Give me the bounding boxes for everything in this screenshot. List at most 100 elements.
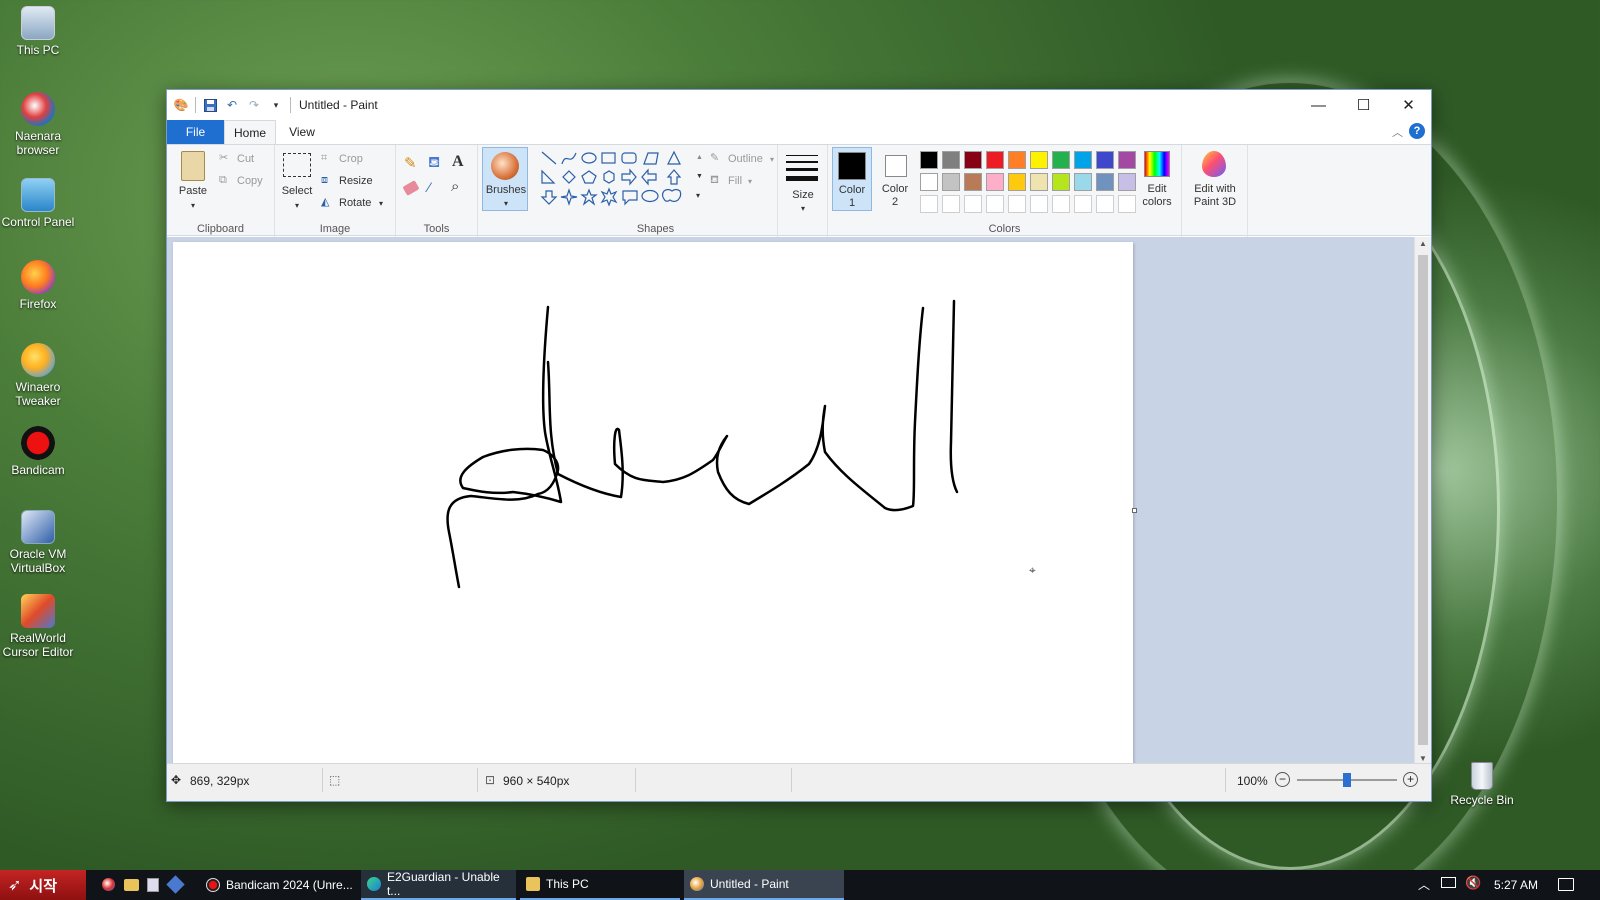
taskbar-item-paint[interactable]: Untitled - Paint bbox=[684, 870, 844, 900]
desktop-icon-cursor-editor[interactable]: RealWorld Cursor Editor bbox=[0, 594, 76, 659]
palette-swatch[interactable] bbox=[1008, 173, 1026, 191]
palette-swatch[interactable] bbox=[1074, 173, 1092, 191]
tab-view[interactable]: View bbox=[279, 120, 325, 144]
drawing-canvas[interactable] bbox=[173, 242, 1137, 765]
palette-swatch[interactable] bbox=[942, 151, 960, 169]
palette-swatch[interactable] bbox=[942, 173, 960, 191]
palette-swatch[interactable] bbox=[964, 173, 982, 191]
palette-swatch[interactable] bbox=[1074, 151, 1092, 169]
desktop-icon-virtualbox[interactable]: Oracle VM VirtualBox bbox=[0, 510, 76, 575]
palette-swatch[interactable] bbox=[1096, 151, 1114, 169]
size-button[interactable]: Size ▾ bbox=[782, 149, 824, 213]
palette-swatch[interactable] bbox=[920, 195, 938, 213]
palette-swatch[interactable] bbox=[1118, 195, 1136, 213]
color-picker-icon[interactable]: ⁄ bbox=[428, 180, 430, 194]
palette-swatch[interactable] bbox=[1052, 151, 1070, 169]
notepad-quicklaunch-icon[interactable] bbox=[147, 878, 159, 892]
outline-button[interactable]: ✎ Outline ▾ bbox=[710, 151, 776, 167]
palette-swatch[interactable] bbox=[1118, 173, 1136, 191]
desktop-icon-recycle-bin[interactable]: Recycle Bin bbox=[1444, 762, 1520, 807]
start-button[interactable]: ➶ 시작 bbox=[0, 870, 86, 900]
palette-swatch[interactable] bbox=[920, 151, 938, 169]
palette-swatch[interactable] bbox=[1030, 151, 1048, 169]
redo-icon[interactable]: ↷ bbox=[246, 97, 262, 113]
palette-swatch[interactable] bbox=[986, 173, 1004, 191]
title-bar[interactable]: 🎨 ↶ ↷ ▾ Untitled - Paint — ☐ ✕ bbox=[167, 90, 1431, 120]
desktop-icon-control-panel[interactable]: Control Panel bbox=[0, 178, 76, 229]
palette-swatch[interactable] bbox=[1052, 173, 1070, 191]
minimize-button[interactable]: — bbox=[1296, 90, 1341, 120]
taskbar-item-e2guardian[interactable]: E2Guardian - Unable t... bbox=[361, 870, 516, 900]
desktop-icon-firefox[interactable]: Firefox bbox=[0, 260, 76, 311]
magnifier-icon[interactable]: ⌕ bbox=[451, 179, 459, 194]
zoom-slider[interactable] bbox=[1297, 773, 1397, 787]
collapse-ribbon-icon[interactable]: ︿ bbox=[1392, 124, 1403, 140]
palette-swatch[interactable] bbox=[1008, 151, 1026, 169]
canvas-size: 960 × 540px bbox=[503, 774, 570, 788]
quick-access-dropdown-icon[interactable]: ▾ bbox=[268, 97, 284, 113]
shapes-scroll-up-icon[interactable]: ▲ bbox=[696, 151, 703, 164]
undo-icon[interactable]: ↶ bbox=[224, 97, 240, 113]
pencil-icon[interactable]: ✎ bbox=[404, 156, 417, 171]
palette-swatch[interactable] bbox=[986, 195, 1004, 213]
palette-swatch[interactable] bbox=[1096, 195, 1114, 213]
color1-button[interactable]: Color 1 bbox=[832, 147, 872, 211]
paint-app-icon[interactable]: 🎨 bbox=[173, 97, 189, 113]
canvas-resize-handle[interactable] bbox=[1132, 508, 1137, 513]
shapes-gallery[interactable] bbox=[540, 149, 692, 209]
save-icon[interactable] bbox=[202, 97, 218, 113]
palette-swatch[interactable] bbox=[986, 151, 1004, 169]
eraser-icon[interactable] bbox=[402, 180, 420, 196]
desktop-icon-bandicam[interactable]: Bandicam bbox=[0, 426, 76, 477]
palette-swatch[interactable] bbox=[964, 195, 982, 213]
help-icon[interactable]: ? bbox=[1409, 123, 1425, 139]
scroll-down-icon[interactable]: ▼ bbox=[1419, 754, 1427, 763]
palette-swatch[interactable] bbox=[1008, 195, 1026, 213]
select-button[interactable]: Select ▾ bbox=[279, 149, 315, 211]
palette-swatch[interactable] bbox=[1052, 195, 1070, 213]
tab-file[interactable]: File bbox=[167, 120, 224, 144]
maximize-button[interactable]: ☐ bbox=[1341, 90, 1386, 120]
palette-swatch[interactable] bbox=[1030, 195, 1048, 213]
crop-label: Crop bbox=[339, 153, 363, 165]
browser-quicklaunch-icon[interactable] bbox=[102, 878, 115, 891]
network-icon[interactable] bbox=[1441, 877, 1456, 888]
palette-swatch[interactable] bbox=[1118, 151, 1136, 169]
palette-swatch[interactable] bbox=[1074, 195, 1092, 213]
edit-with-paint3d-button[interactable]: Edit with Paint 3D bbox=[1186, 147, 1244, 211]
zoom-slider-thumb[interactable] bbox=[1343, 773, 1351, 787]
explorer-quicklaunch-icon[interactable] bbox=[124, 879, 139, 891]
show-hidden-icons-icon[interactable]: ︿ bbox=[1418, 876, 1430, 893]
palette-swatch[interactable] bbox=[1096, 173, 1114, 191]
vertical-scrollbar[interactable]: ▲ ▼ bbox=[1414, 237, 1431, 765]
desktop-icon-this-pc[interactable]: This PC bbox=[0, 6, 76, 57]
palette-swatch[interactable] bbox=[1030, 173, 1048, 191]
palette-swatch[interactable] bbox=[964, 151, 982, 169]
volume-muted-icon[interactable]: 🔇 bbox=[1465, 875, 1481, 891]
zoom-in-button[interactable]: + bbox=[1403, 772, 1418, 787]
brushes-button[interactable]: Brushes ▾ bbox=[482, 147, 528, 211]
desktop-icon-winaero[interactable]: Winaero Tweaker bbox=[0, 343, 76, 408]
palette-swatch[interactable] bbox=[942, 195, 960, 213]
palette-swatch[interactable] bbox=[920, 173, 938, 191]
tab-home[interactable]: Home bbox=[224, 120, 276, 144]
scrollbar-thumb[interactable] bbox=[1418, 255, 1428, 745]
close-button[interactable]: ✕ bbox=[1386, 90, 1431, 120]
text-tool-icon[interactable]: A bbox=[452, 154, 464, 170]
clock[interactable]: 5:27 AM bbox=[1494, 878, 1538, 892]
scroll-up-icon[interactable]: ▲ bbox=[1419, 239, 1427, 248]
shapes-expand-icon[interactable]: ▾ bbox=[696, 189, 700, 202]
taskbar-item-bandicam[interactable]: Bandicam 2024 (Unre... bbox=[200, 870, 358, 900]
zoom-out-button[interactable]: − bbox=[1275, 772, 1290, 787]
fill-bucket-icon[interactable]: ⛾ bbox=[428, 155, 440, 170]
edit-colors-button[interactable]: Edit colors bbox=[1136, 147, 1180, 211]
desktop-icon-naenara[interactable]: Naenara browser bbox=[0, 92, 76, 157]
rotate-button[interactable]: ◭ Rotate ▾ bbox=[321, 195, 387, 211]
shapes-scroll-down-icon[interactable]: ▼ bbox=[696, 170, 703, 183]
color2-button[interactable]: Color 2 bbox=[876, 147, 916, 211]
fill-button[interactable]: ⛾ Fill ▾ bbox=[710, 173, 760, 189]
virtualbox-quicklaunch-icon[interactable] bbox=[166, 875, 185, 894]
taskbar-item-this-pc[interactable]: This PC bbox=[520, 870, 680, 900]
action-center-icon[interactable] bbox=[1558, 878, 1574, 891]
paste-button[interactable]: Paste ▾ bbox=[175, 149, 211, 211]
